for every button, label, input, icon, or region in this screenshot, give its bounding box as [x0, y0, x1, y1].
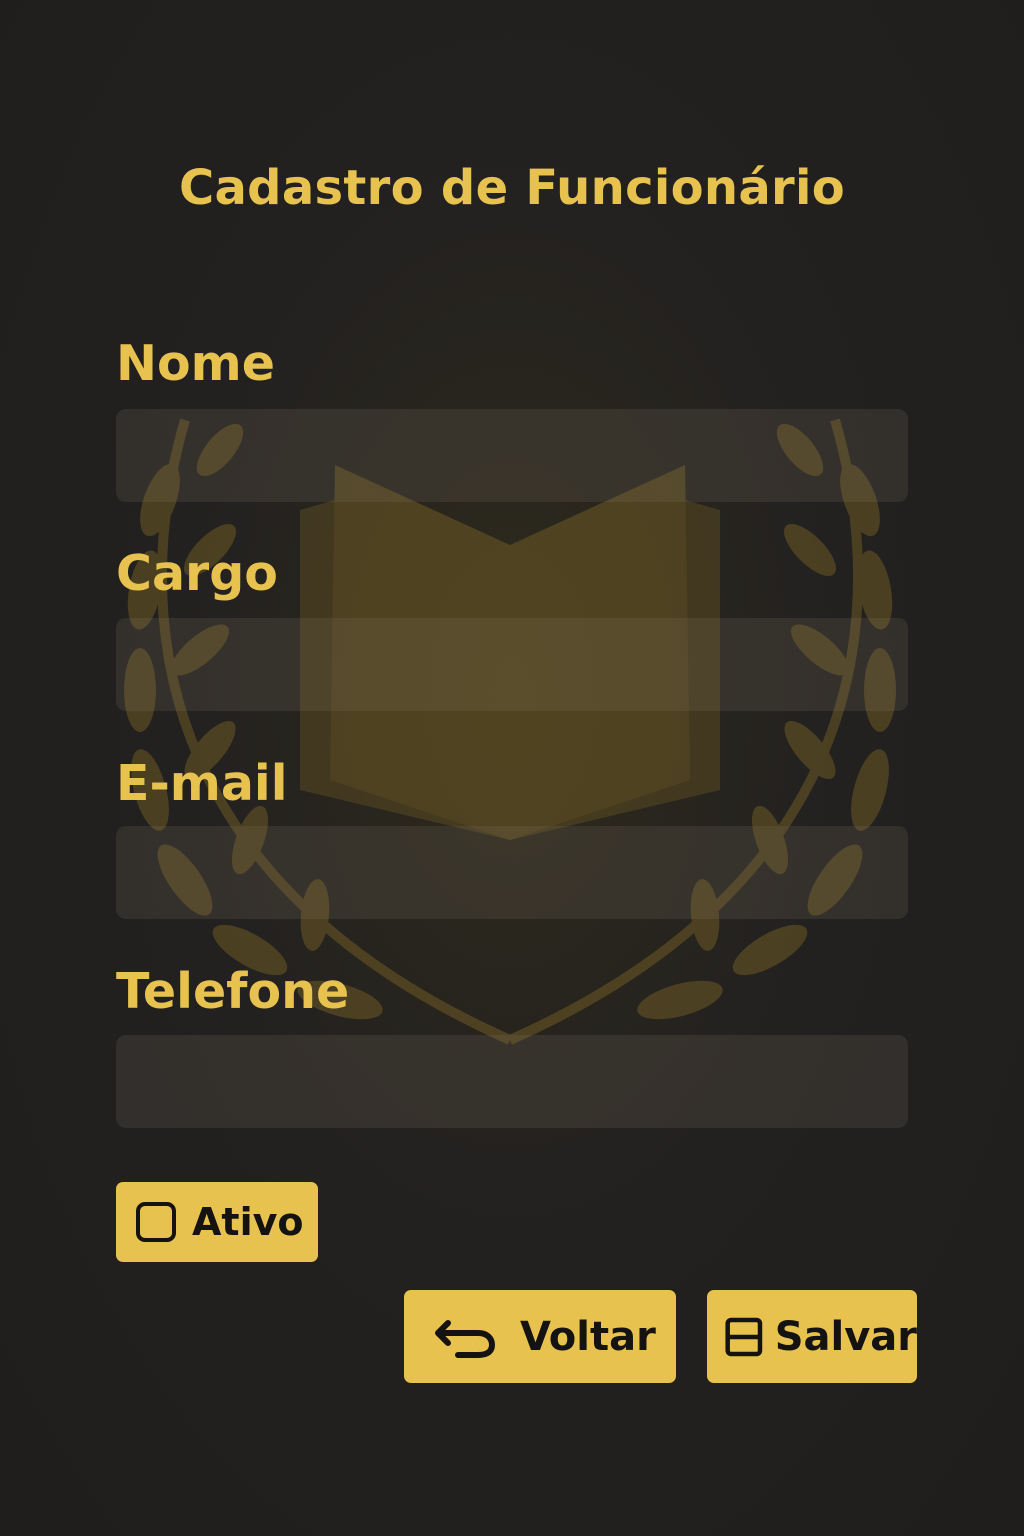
- save-button-label: Salvar: [774, 1313, 917, 1360]
- phone-label: Telefone: [116, 963, 350, 1020]
- role-label: Cargo: [116, 545, 278, 602]
- back-button[interactable]: Voltar: [404, 1290, 676, 1383]
- email-label: E-mail: [116, 755, 288, 812]
- undo-arrow-icon: [435, 1319, 496, 1358]
- name-label: Nome: [116, 335, 275, 392]
- page-title: Cadastro de Funcionário: [178, 160, 846, 216]
- email-input[interactable]: [116, 826, 908, 919]
- role-input[interactable]: [116, 618, 908, 711]
- checkbox-square-icon[interactable]: [136, 1202, 176, 1242]
- phone-input[interactable]: [116, 1035, 908, 1128]
- active-checkbox-label: Ativo: [192, 1200, 304, 1244]
- back-button-label: Voltar: [520, 1313, 656, 1360]
- name-input[interactable]: [116, 409, 908, 502]
- save-icon: [725, 1317, 763, 1356]
- save-button[interactable]: Salvar: [707, 1290, 917, 1383]
- active-checkbox[interactable]: Ativo: [116, 1182, 318, 1262]
